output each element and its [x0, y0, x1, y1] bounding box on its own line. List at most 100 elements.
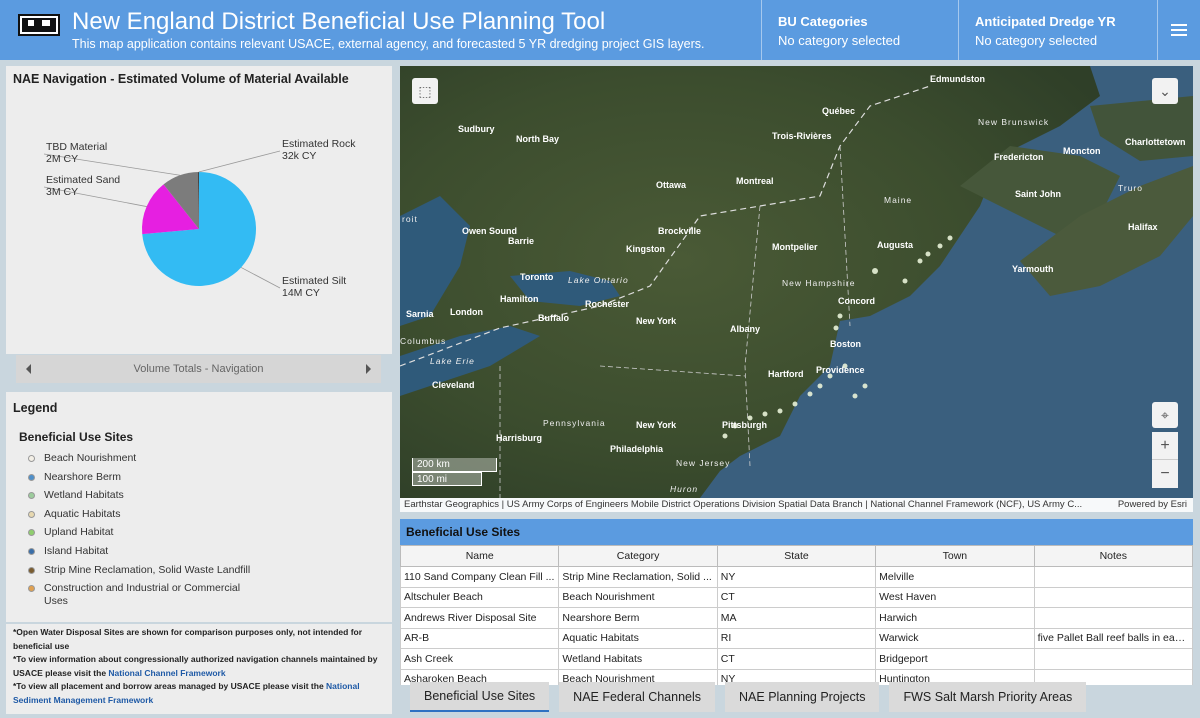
map-place-label: Buffalo [538, 313, 569, 323]
map-place-label: New Jersey [676, 458, 730, 468]
map-place-label: Lake Erie [430, 356, 475, 366]
table-row[interactable]: Ash Creek Wetland Habitats CT Bridgeport [400, 648, 1193, 670]
powered-by-esri[interactable]: Powered by Esri [1118, 499, 1187, 510]
legend-item: Nearshore Berm [28, 471, 258, 484]
map-place-label: Moncton [1063, 146, 1101, 156]
hamburger-icon [1171, 24, 1187, 36]
table-cell-town: Harwich [875, 607, 1035, 629]
expand-button[interactable]: ⌄ [1152, 78, 1178, 104]
map-place-label: Owen Sound [462, 226, 517, 236]
tab-nae-federal-channels[interactable]: NAE Federal Channels [559, 682, 716, 712]
app-header: New England District Beneficial Use Plan… [0, 0, 1200, 60]
map-place-label: Rochester [585, 299, 630, 309]
table-cell-category: Wetland Habitats [558, 648, 718, 670]
legend-symbol-icon [28, 455, 35, 462]
next-arrow-icon[interactable] [366, 364, 371, 374]
map-place-label: Truro [1118, 183, 1143, 193]
table-cell-name: Ash Creek [400, 648, 560, 670]
column-header-name[interactable]: Name [400, 545, 560, 567]
map-place-label: North Bay [516, 134, 559, 144]
column-header-category[interactable]: Category [558, 545, 718, 567]
map-place-label: Toronto [520, 272, 554, 282]
map-place-label: Montreal [736, 176, 774, 186]
legend-symbol-icon [28, 510, 35, 518]
note-sediment: *To view all placement and borrow areas … [13, 681, 360, 705]
map-place-label: Québec [822, 106, 855, 116]
pie-label: Estimated Rock [282, 138, 356, 150]
chevron-down-icon: ⌄ [1159, 82, 1171, 99]
map-place-label: Augusta [877, 240, 914, 250]
table-cell-name: 110 Sand Company Clean Fill ... [400, 566, 560, 588]
map-place-label: Saint John [1015, 189, 1061, 199]
legend-item-label: Aquatic Habitats [44, 507, 121, 520]
legend-item: Upland Habitat [28, 526, 258, 539]
map-place-label: Pennsylvania [543, 418, 606, 428]
table-cell-notes [1033, 566, 1193, 588]
table-cell-category: Beach Nourishment [558, 586, 718, 608]
locate-button[interactable]: ⌖ [1152, 402, 1178, 428]
legend-panel[interactable]: Legend Beneficial Use Sites Beach Nouris… [6, 392, 392, 622]
previous-arrow-icon[interactable] [26, 364, 31, 374]
table-cell-category: Nearshore Berm [558, 607, 718, 629]
table-cell-notes [1033, 648, 1193, 670]
map-place-label: roit [402, 214, 418, 224]
hamburger-menu-button[interactable] [1157, 0, 1200, 60]
pie-value-label: 3M CY [46, 186, 78, 198]
select-tool-button[interactable]: ⬚ [412, 78, 438, 104]
map-place-label: Sudbury [458, 124, 495, 134]
table-row[interactable]: Altschuler Beach Beach Nourishment CT West … [400, 586, 1193, 608]
zoom-controls: + − [1152, 432, 1178, 488]
legend-item: Wetland Habitats [28, 489, 258, 502]
legend-item-label: Upland Habitat [44, 526, 114, 539]
tab-beneficial-use-sites[interactable]: Beneficial Use Sites [410, 682, 550, 712]
map-place-label: London [450, 307, 483, 317]
legend-item-label: Strip Mine Reclamation, Solid Waste Land… [44, 563, 251, 576]
map-place-label: Philadelphia [610, 444, 664, 454]
column-header-town[interactable]: Town [875, 545, 1035, 567]
table-cell-category: Aquatic Habitats [558, 627, 718, 649]
plus-icon: + [1160, 436, 1170, 454]
legend-item-label: Island Habitat [44, 544, 109, 557]
legend-item-label: Beach Nourishment [44, 452, 137, 464]
map-place-label: Providence [816, 365, 865, 375]
column-header-notes[interactable]: Notes [1033, 545, 1193, 567]
legend-item: Island Habitat [28, 545, 258, 558]
filter-value: No category selected [975, 33, 1098, 48]
pie-value-label: 2M CY [46, 153, 78, 165]
scale-bar: 200 km 100 mi [412, 458, 497, 486]
map-place-label: Pittsburgh [722, 420, 767, 430]
legend-item-label: Nearshore Berm [44, 470, 122, 483]
tab-fws-salt-marsh-priority-areas[interactable]: FWS Salt Marsh Priority Areas [889, 682, 1087, 712]
volume-chart-panel: NAE Navigation - Estimated Volume of Mat… [6, 66, 392, 354]
bu-categories-filter[interactable]: BU Categories No category selected [761, 0, 959, 60]
map-place-label: Barrie [508, 236, 534, 246]
map-place-label: Cleveland [432, 380, 475, 390]
pie-chart: Estimated Silt14M CY Estimated Sand3M CY T… [43, 138, 356, 299]
map-place-label: Charlottetown [1125, 137, 1186, 147]
table-cell-name: AR-B [400, 627, 560, 649]
map-place-label: Yarmouth [1012, 264, 1054, 274]
legend-symbol-icon [28, 492, 35, 500]
zoom-out-button[interactable]: − [1152, 460, 1178, 488]
pie-leader-line [240, 267, 281, 289]
national-channel-framework-link[interactable]: National Channel Framework [108, 668, 225, 678]
map-place-label: Brockville [658, 226, 701, 236]
map-place-label: Albany [730, 324, 760, 334]
map-place-label: Kingston [626, 244, 665, 254]
map-view[interactable]: Edmundston Québec Sudbury North Bay Trois-Ri… [400, 66, 1193, 498]
chart-nav-label: Volume Totals - Navigation [133, 363, 264, 375]
pie-value-label: 32k CY [282, 150, 316, 162]
table-row[interactable]: 110 Sand Company Clean Fill ... Strip Min… [400, 566, 1193, 588]
dredge-year-filter[interactable]: Anticipated Dredge YR No category select… [958, 0, 1157, 60]
legend-title: Legend [13, 401, 58, 415]
table-row[interactable]: Andrews River Disposal Site Nearshore Ber… [400, 607, 1193, 629]
map-place-label: Halifax [1128, 222, 1158, 232]
map-place-label: Maine [884, 195, 912, 205]
column-header-state[interactable]: State [716, 545, 877, 567]
map-canvas[interactable]: Edmundston Québec Sudbury North Bay Trois-Ri… [400, 66, 1193, 498]
table-header-row: Name Category State Town Notes [400, 545, 1193, 567]
tab-nae-planning-projects[interactable]: NAE Planning Projects [725, 682, 880, 712]
table-row[interactable]: AR-B Aquatic Habitats RI Warwick five Pallet… [400, 627, 1193, 649]
zoom-in-button[interactable]: + [1152, 432, 1178, 460]
note-channel: *To view information about congressional… [13, 654, 378, 678]
